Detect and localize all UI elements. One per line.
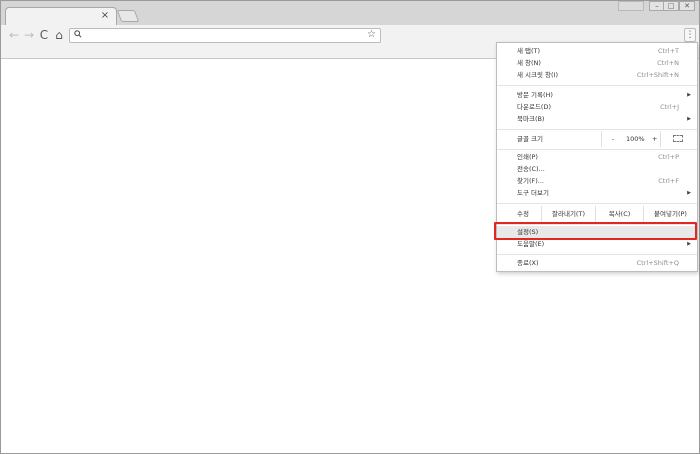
cut-button[interactable]: 잘라내기(T): [541, 206, 595, 222]
minimize-icon: –: [655, 2, 659, 10]
back-arrow-icon[interactable]: ←: [7, 28, 21, 42]
menu-item-history[interactable]: 방문 기록(H) ▶: [497, 90, 697, 101]
address-bar[interactable]: ☆: [69, 28, 381, 43]
home-icon[interactable]: ⌂: [52, 28, 66, 42]
tab-strip: × – □ ✕: [1, 1, 699, 26]
fullscreen-icon[interactable]: [673, 135, 683, 142]
menu-item-label: 도구 더보기: [517, 189, 549, 197]
menu-item-label: 다운로드(D): [517, 103, 551, 111]
menu-item-shortcut: Ctrl+N: [657, 59, 679, 67]
menu-item-shortcut: Ctrl+P: [658, 153, 679, 161]
maximize-icon: □: [667, 2, 675, 10]
menu-button[interactable]: ⋮: [684, 28, 696, 42]
menu-item-shortcut: Ctrl+J: [660, 103, 679, 111]
menu-divider: [497, 254, 697, 255]
edit-row: 수정 잘라내기(T) 복사(C) 붙여넣기(P): [497, 206, 697, 222]
menu-item-label: 도움말(E): [517, 240, 545, 248]
menu-divider: [497, 149, 697, 150]
edit-label: 수정: [517, 210, 529, 218]
submenu-arrow-icon: ▶: [687, 241, 691, 247]
reload-icon[interactable]: C: [37, 28, 51, 42]
forward-arrow-icon[interactable]: →: [22, 28, 36, 42]
zoom-control: - 100% +: [601, 131, 661, 147]
menu-item-label: 북마크(B): [517, 115, 545, 123]
submenu-arrow-icon: ▶: [687, 116, 691, 122]
close-window-button[interactable]: ✕: [679, 1, 695, 11]
menu-item-bookmarks[interactable]: 북마크(B) ▶: [497, 114, 697, 125]
menu-item-label: 방문 기록(H): [517, 91, 553, 99]
submenu-arrow-icon: ▶: [687, 190, 691, 196]
menu-item-help[interactable]: 도움말(E) ▶: [497, 239, 697, 250]
menu-item-label: 새 시크릿 창(I): [517, 71, 559, 79]
menu-item-label: 인쇄(P): [517, 153, 538, 161]
copy-button[interactable]: 복사(C): [595, 206, 643, 222]
tab-active[interactable]: ×: [5, 7, 117, 26]
menu-item-find[interactable]: 찾기(F)... Ctrl+F: [497, 176, 697, 187]
menu-item-print[interactable]: 인쇄(P) Ctrl+P: [497, 152, 697, 163]
search-icon: [74, 30, 82, 38]
menu-item-more-tools[interactable]: 도구 더보기 ▶: [497, 188, 697, 199]
profile-area: [618, 1, 644, 11]
maximize-button[interactable]: □: [663, 1, 679, 11]
more-vert-icon: ⋮: [685, 30, 695, 40]
menu-item-new-window[interactable]: 새 창(N) Ctrl+N: [497, 58, 697, 69]
new-tab-button[interactable]: [116, 10, 140, 22]
zoom-out-button[interactable]: -: [612, 131, 614, 147]
menu-item-downloads[interactable]: 다운로드(D) Ctrl+J: [497, 102, 697, 113]
menu-item-shortcut: Ctrl+Shift+N: [636, 71, 679, 79]
menu-item-label: 찾기(F)...: [517, 177, 544, 185]
menu-divider: [497, 203, 697, 204]
close-window-icon: ✕: [684, 2, 690, 10]
browser-window: × – □ ✕ ← → C ⌂ ☆ ⋮ 새 탭(T) Ctrl+T 새 창(N)…: [0, 0, 700, 454]
settings-highlight-box: [494, 222, 697, 240]
menu-item-shortcut: Ctrl+T: [658, 47, 679, 55]
menu-divider: [497, 85, 697, 86]
zoom-row: 글꼴 크기 - 100% +: [497, 131, 697, 147]
paste-button[interactable]: 붙여넣기(P): [643, 206, 697, 222]
menu-item-label: 새 탭(T): [517, 47, 541, 55]
zoom-in-button[interactable]: +: [652, 131, 657, 147]
submenu-arrow-icon: ▶: [687, 92, 691, 98]
menu-item-exit[interactable]: 종료(X) Ctrl+Shift+Q: [497, 258, 697, 269]
menu-item-incognito[interactable]: 새 시크릿 창(I) Ctrl+Shift+N: [497, 70, 697, 81]
menu-item-new-tab[interactable]: 새 탭(T) Ctrl+T: [497, 46, 697, 57]
menu-item-shortcut: Ctrl+F: [658, 177, 679, 185]
zoom-level: 100%: [626, 135, 645, 143]
menu-divider: [497, 129, 697, 130]
menu-item-label: 종료(X): [517, 259, 539, 267]
close-tab-icon[interactable]: ×: [99, 10, 111, 22]
menu-item-cast[interactable]: 전송(C)...: [497, 164, 697, 175]
bookmark-star-icon[interactable]: ☆: [367, 29, 376, 40]
menu-item-shortcut: Ctrl+Shift+Q: [636, 259, 679, 267]
zoom-label: 글꼴 크기: [517, 135, 543, 143]
menu-item-label: 전송(C)...: [517, 165, 545, 173]
menu-item-label: 새 창(N): [517, 59, 541, 67]
